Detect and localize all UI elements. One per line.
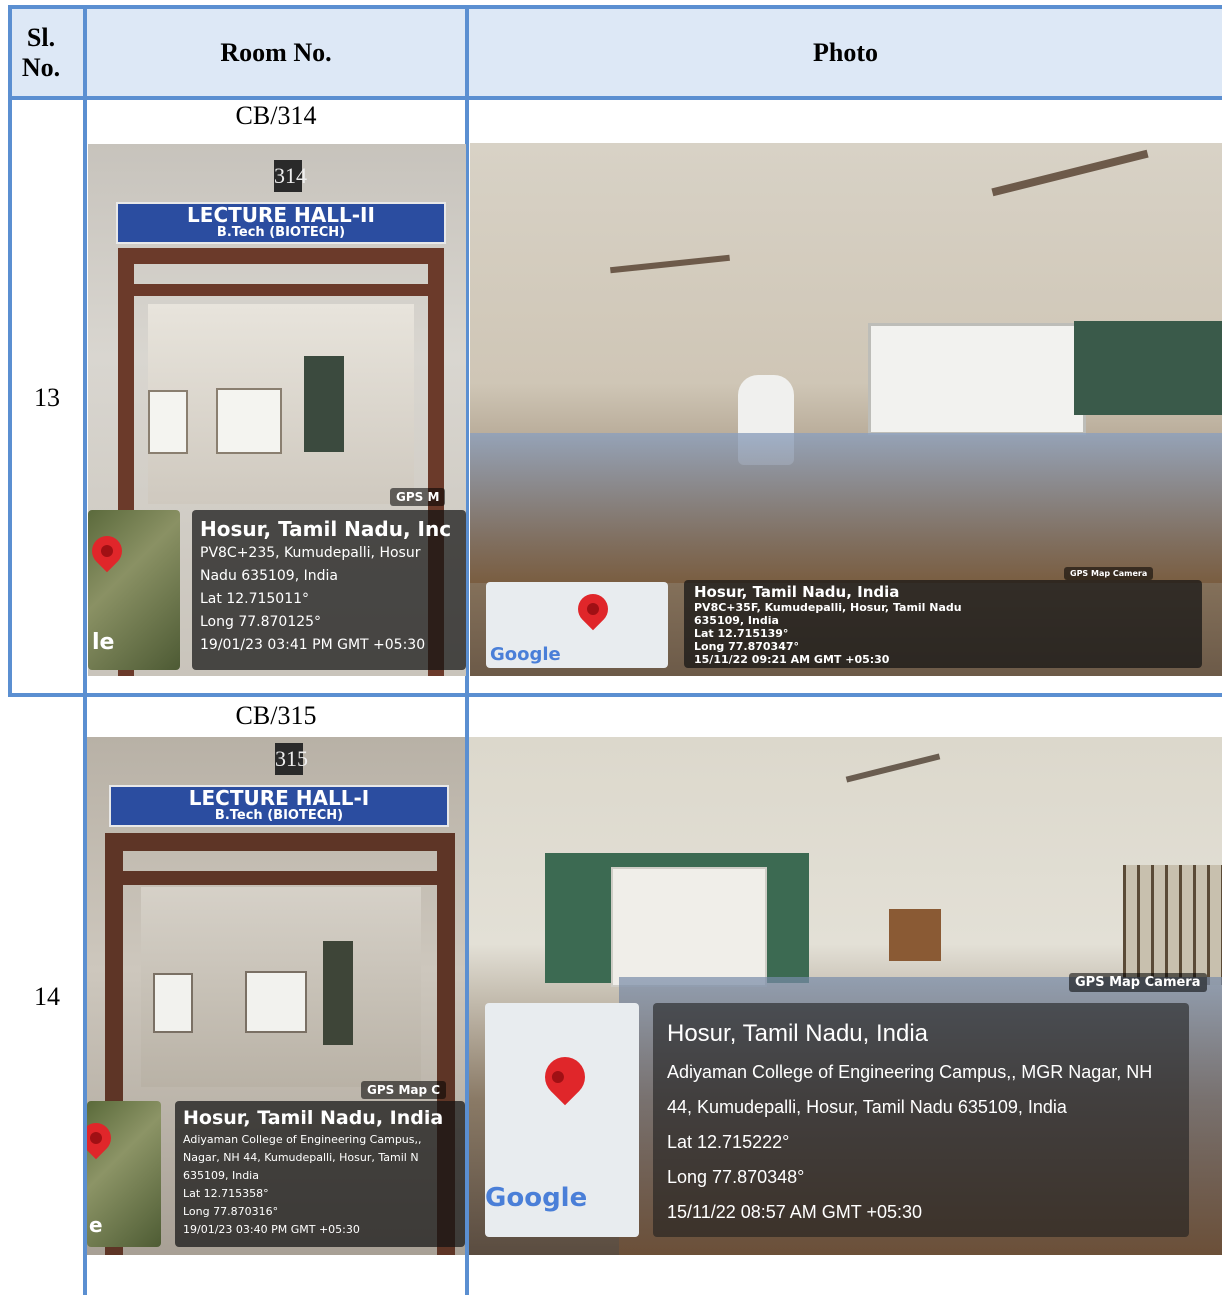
location-long: Long 77.870125° <box>200 614 322 630</box>
location-overlay: Hosur, Tamil Nadu, India Adiyaman Colleg… <box>653 1003 1189 1237</box>
door-transom <box>134 284 428 296</box>
location-title: Hosur, Tamil Nadu, India <box>183 1107 444 1129</box>
location-address-2: 635109, India <box>694 614 779 627</box>
map-pin-icon <box>88 529 129 573</box>
location-address-1: PV8C+35F, Kumudepalli, Hosur, Tamil Nadu <box>694 601 962 614</box>
map-thumbnail: Google <box>486 582 668 668</box>
window <box>1123 865 1222 985</box>
location-title: Hosur, Tamil Nadu, India <box>694 583 900 601</box>
location-address-1: PV8C+235, Kumudepalli, Hosur <box>200 545 421 561</box>
row14-door-photo: 315 LECTURE HALL-I B.Tech (BIOTECH) GPS … <box>87 737 465 1255</box>
table-border-top <box>8 5 1222 9</box>
location-lat: Lat 12.715358° <box>183 1187 269 1200</box>
location-lat: Lat 12.715139° <box>694 627 789 640</box>
location-title: Hosur, Tamil Nadu, India <box>667 1020 929 1047</box>
window <box>216 388 282 454</box>
row14-sl-no: 14 <box>34 982 60 1011</box>
blackboard <box>304 356 344 452</box>
map-pin-icon <box>536 1048 594 1106</box>
blackboard <box>323 941 353 1045</box>
location-datetime: 15/11/22 09:21 AM GMT +05:30 <box>694 653 890 666</box>
room-table: Sl. No. Room No. Photo 13 CB/314 314 LEC… <box>0 0 1222 1295</box>
map-logo: e <box>89 1213 103 1237</box>
projector-screen <box>611 867 767 987</box>
table-border-left <box>8 5 12 697</box>
window <box>153 973 193 1033</box>
satellite-map-thumbnail: le <box>88 510 180 670</box>
location-long: Long 77.870347° <box>694 640 800 653</box>
location-overlay: Hosur, Tamil Nadu, India PV8C+35F, Kumud… <box>684 580 1202 668</box>
ceiling-fan-icon <box>991 149 1149 197</box>
ceiling-fan-icon <box>845 753 941 783</box>
gps-map-tag: GPS M <box>390 488 446 506</box>
table-border-row13 <box>8 693 1222 697</box>
satellite-map-thumbnail: e <box>87 1101 161 1247</box>
notice-board <box>889 909 941 961</box>
map-pin-icon <box>571 587 615 631</box>
map-logo: Google <box>490 644 561 665</box>
sign-title: LECTURE HALL-II <box>187 203 375 227</box>
students-desks <box>470 433 1222 583</box>
room-number-plate: 315 <box>275 743 308 775</box>
sign-subtitle: B.Tech (BIOTECH) <box>214 808 344 823</box>
ceiling-fan-icon <box>610 254 730 274</box>
door-transom <box>123 871 437 885</box>
blackboard <box>1074 321 1222 415</box>
location-overlay: Hosur, Tamil Nadu, India Adiyaman Colleg… <box>175 1101 465 1247</box>
location-address-2: Nadu 635109, India <box>200 568 338 584</box>
location-overlay: Hosur, Tamil Nadu, Inc PV8C+235, Kumudep… <box>192 510 466 670</box>
gps-map-tag: GPS Map Camera <box>1069 973 1207 992</box>
map-pin-icon <box>87 1116 118 1160</box>
gps-map-tag: GPS Map C <box>361 1081 447 1099</box>
location-datetime: 19/01/23 03:40 PM GMT +05:30 <box>183 1223 360 1236</box>
sign-subtitle: B.Tech (BIOTECH) <box>216 225 346 240</box>
window <box>148 390 188 454</box>
row14-classroom-photo: GPS Map Camera Google Hosur, Tamil Nadu,… <box>469 737 1222 1255</box>
row13-room-no: CB/314 <box>235 101 317 130</box>
gps-map-tag: GPS Map Camera <box>1064 567 1154 580</box>
map-thumbnail: Google <box>485 1003 639 1237</box>
row14-room-no: CB/315 <box>235 701 317 730</box>
header-sl-no: Sl. No. <box>21 23 61 82</box>
location-address-3: 635109, India <box>183 1169 259 1182</box>
row13-classroom-photo: GPS Map Camera Google Hosur, Tamil Nadu,… <box>470 143 1222 676</box>
lecture-hall-sign: LECTURE HALL-I B.Tech (BIOTECH) <box>109 785 449 827</box>
location-address-1: Adiyaman College of Engineering Campus,, <box>183 1133 422 1146</box>
sign-title: LECTURE HALL-I <box>188 786 370 810</box>
location-lat: Lat 12.715011° <box>200 591 310 607</box>
location-address-1: Adiyaman College of Engineering Campus,,… <box>667 1062 1153 1082</box>
row13-door-photo: 314 LECTURE HALL-II B.Tech (BIOTECH) GPS… <box>88 144 466 676</box>
location-long: Long 77.870316° <box>183 1205 279 1218</box>
location-address-2: Nagar, NH 44, Kumudepalli, Hosur, Tamil … <box>183 1151 419 1164</box>
location-title: Hosur, Tamil Nadu, Inc <box>200 517 452 541</box>
map-logo: Google <box>485 1183 588 1213</box>
room-number-plate: 314 <box>274 160 307 192</box>
location-long: Long 77.870348° <box>667 1167 805 1187</box>
map-logo: le <box>92 630 115 655</box>
location-lat: Lat 12.715222° <box>667 1132 790 1152</box>
table-border-header <box>8 96 1222 100</box>
header-room-no: Room No. <box>220 38 332 67</box>
projector-screen <box>868 323 1086 435</box>
window <box>245 971 307 1033</box>
location-address-2: 44, Kumudepalli, Hosur, Tamil Nadu 63510… <box>667 1097 1067 1117</box>
location-datetime: 19/01/23 03:41 PM GMT +05:30 <box>200 637 426 653</box>
row13-sl-no: 13 <box>34 383 60 412</box>
lecture-hall-sign: LECTURE HALL-II B.Tech (BIOTECH) <box>116 202 446 244</box>
location-datetime: 15/11/22 08:57 AM GMT +05:30 <box>667 1202 923 1222</box>
header-photo: Photo <box>813 38 878 67</box>
